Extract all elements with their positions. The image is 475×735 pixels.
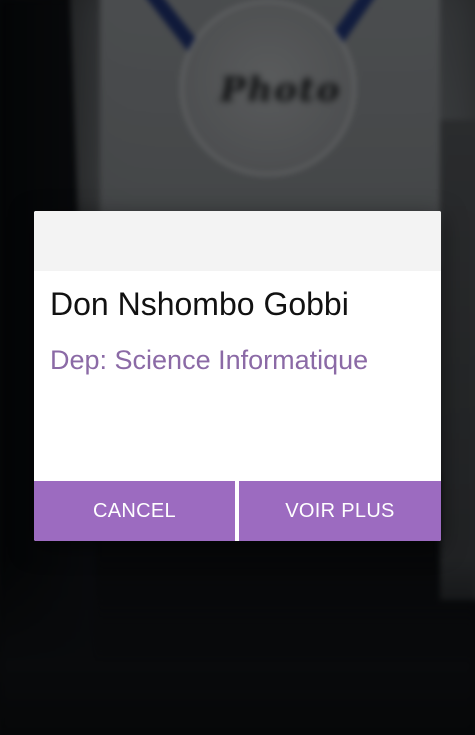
voir-plus-button[interactable]: VOIR PLUS	[239, 481, 441, 541]
dialog-actions: CANCEL VOIR PLUS	[34, 481, 441, 541]
result-dialog: Don Nshombo Gobbi Dep: Science Informati…	[34, 211, 441, 541]
cancel-button[interactable]: CANCEL	[34, 481, 235, 541]
student-name: Don Nshombo Gobbi	[50, 286, 349, 322]
dialog-header	[34, 211, 441, 271]
student-department: Dep: Science Informatique	[50, 345, 369, 375]
screen: Photo Don Nshombo Gobbi Dep: Science Inf…	[0, 0, 475, 735]
